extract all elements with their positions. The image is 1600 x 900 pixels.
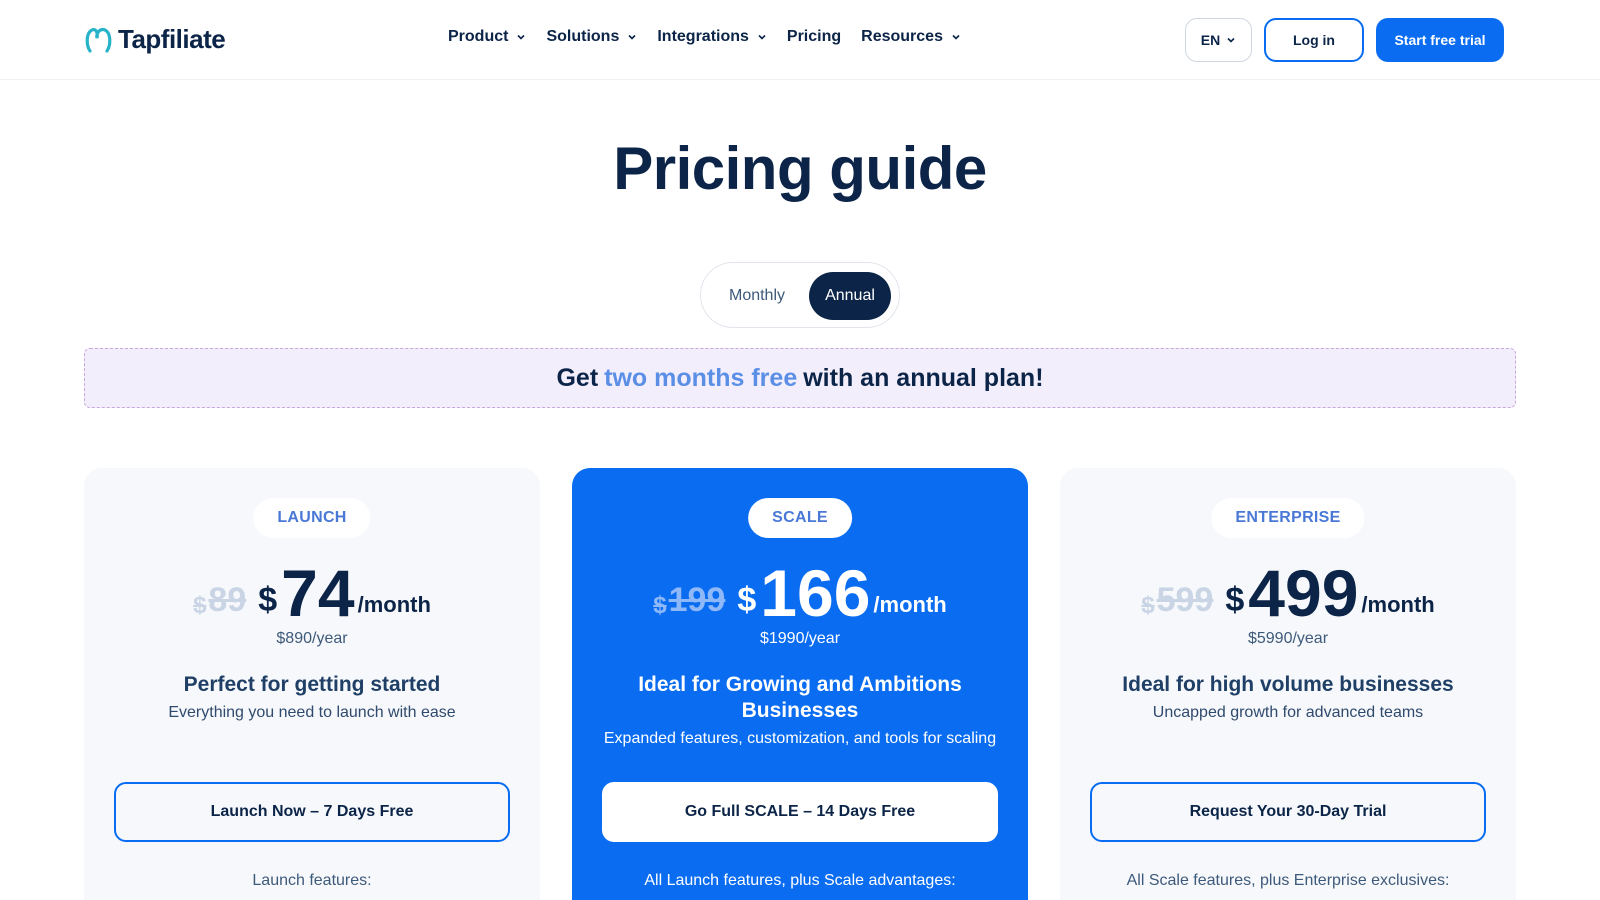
nav-item-integrations[interactable]: Integrations [657,28,767,46]
main-nav: Product Solutions Integrations Pricing R… [448,28,981,46]
old-price: $199 [653,581,726,619]
plan-badge: LAUNCH [253,498,371,538]
plan-card-scale: SCALE $199 $ 166 /month $1990/year Ideal… [572,468,1028,900]
nav-item-product[interactable]: Product [448,28,526,46]
enterprise-cta-button[interactable]: Request Your 30-Day Trial [1090,782,1486,842]
nav-item-label: Solutions [546,28,620,45]
chevron-down-icon [1227,37,1235,43]
launch-cta-button[interactable]: Launch Now – 7 Days Free [114,782,510,842]
chevron-down-icon [517,34,526,40]
plan-card-enterprise: ENTERPRISE $599 $ 499 /month $5990/year … [1060,468,1516,900]
price-period: /month [873,592,947,617]
plan-badge: SCALE [748,498,852,538]
current-price: 74 [281,556,355,630]
promo-highlight: two months free [604,363,798,392]
promo-prefix: Get [556,363,599,392]
nav-item-pricing[interactable]: Pricing [787,28,841,46]
login-button[interactable]: Log in [1264,18,1364,62]
language-label: EN [1200,32,1221,48]
plan-subtitle: Everything you need to launch with ease [168,704,456,721]
chevron-down-icon [952,34,960,40]
plan-tagline: Ideal for Growing and Ambitions Business… [638,673,962,722]
current-price: 499 [1248,556,1359,630]
chevron-down-icon [758,34,766,40]
billing-option-annual[interactable]: Annual [809,272,891,320]
billing-option-monthly[interactable]: Monthly [715,272,799,320]
nav-item-solutions[interactable]: Solutions [546,28,637,46]
site-header: Tapfiliate Product Solutions Integration… [0,0,1600,80]
language-selector[interactable]: EN [1185,18,1252,62]
logo-text: Tapfiliate [118,24,226,54]
nav-item-label: Resources [861,28,943,45]
price-period: /month [357,592,431,617]
yearly-price: $5990/year [1247,630,1329,647]
price-row: $199 $ 166 /month [572,560,1028,626]
billing-toggle: Monthly Annual [700,262,900,328]
old-price: $599 [1141,581,1214,619]
price-period: /month [1361,592,1435,617]
page-title: Pricing guide [613,135,987,202]
nav-item-label: Product [448,28,509,45]
scale-cta-button[interactable]: Go Full SCALE – 14 Days Free [602,782,998,842]
currency-symbol: $ [737,581,757,619]
nav-item-label: Pricing [786,28,842,45]
price-row: $89 $ 74 /month [84,560,540,626]
yearly-price: $890/year [276,630,348,647]
plan-badge: ENTERPRISE [1211,498,1365,538]
old-price: $89 [193,581,247,619]
tapfiliate-logo-icon [85,27,112,53]
promo-suffix: with an annual plan! [803,363,1044,392]
features-heading: All Scale features, plus Enterprise excl… [1126,872,1450,889]
currency-symbol: $ [1225,581,1245,619]
plan-card-launch: LAUNCH $89 $ 74 /month $890/year Perfect… [84,468,540,900]
plan-subtitle: Expanded features, customization, and to… [603,730,997,747]
annual-promo-banner: Get two months free with an annual plan! [84,348,1516,408]
features-heading: Launch features: [252,872,372,889]
currency-symbol: $ [258,581,278,619]
chevron-down-icon [628,34,636,40]
features-heading: All Launch features, plus Scale advantag… [644,872,956,889]
logo[interactable]: Tapfiliate [84,24,226,55]
plan-tagline: Perfect for getting started [183,673,441,696]
nav-item-resources[interactable]: Resources [861,28,961,46]
current-price: 166 [760,556,871,630]
start-free-trial-button[interactable]: Start free trial [1376,18,1504,62]
price-row: $599 $ 499 /month [1060,560,1516,626]
plan-tagline: Ideal for high volume businesses [1122,673,1454,696]
plan-subtitle: Uncapped growth for advanced teams [1152,704,1424,721]
yearly-price: $1990/year [759,630,841,647]
nav-item-label: Integrations [657,28,749,45]
